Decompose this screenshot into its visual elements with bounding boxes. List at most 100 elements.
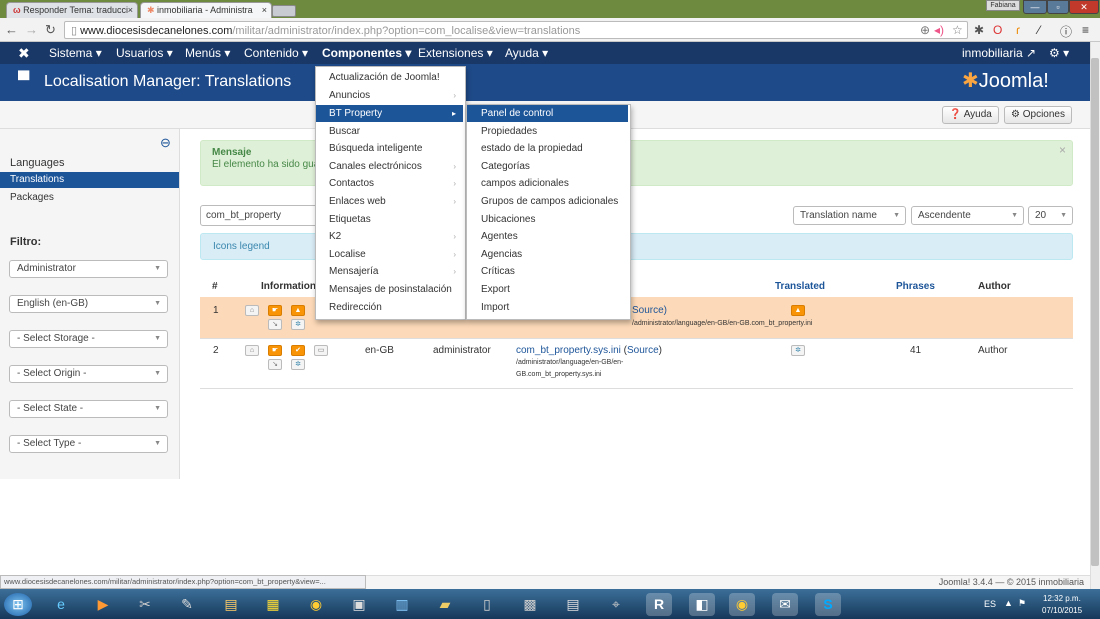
paint-icon[interactable]: ✂ — [132, 593, 158, 616]
column-header-phrases[interactable]: Phrases — [896, 281, 935, 292]
menu-item-enlaces[interactable]: Enlaces web › — [316, 193, 463, 210]
wrench-icon[interactable]: ↘ — [268, 319, 282, 330]
source-link[interactable]: Source — [627, 345, 659, 356]
calculator-icon[interactable]: ▣ — [346, 593, 372, 616]
help-button[interactable]: ❓ Ayuda — [942, 106, 999, 124]
ie-icon[interactable]: e — [48, 593, 74, 616]
chrome-icon[interactable]: ◉ — [729, 593, 755, 616]
extension-icon[interactable]: ✱ — [974, 23, 984, 37]
url-input[interactable]: ▯ www.diocesisdecanelones.com/militar/ad… — [64, 21, 968, 39]
scrollbar-thumb[interactable] — [1091, 58, 1099, 566]
menu-extensiones[interactable]: Extensiones ▾ — [418, 42, 493, 64]
clock-time[interactable]: 12:32 p.m. — [1043, 594, 1081, 603]
forward-icon[interactable]: → — [25, 22, 38, 37]
menu-item-k2[interactable]: K2 › — [316, 228, 463, 245]
new-tab-button[interactable] — [272, 5, 296, 17]
wrench-icon[interactable]: ↘ — [268, 359, 282, 370]
submenu-item-campos[interactable]: campos adicionales — [467, 175, 628, 192]
ruler-icon[interactable]: ▰ — [432, 593, 458, 616]
site-link[interactable]: inmobiliaria ↗ — [962, 42, 1036, 64]
flag-icon[interactable]: ⚑ — [1018, 598, 1026, 609]
r-app-icon[interactable]: R — [646, 593, 672, 616]
phone-icon[interactable]: ▯ — [474, 593, 500, 616]
folder-icon[interactable]: ▤ — [218, 593, 244, 616]
chrome-menu-icon[interactable]: ≡ — [1082, 23, 1089, 37]
menu-item-actualizacion[interactable]: Actualización de Joomla! — [316, 69, 463, 86]
back-icon[interactable]: ← — [5, 22, 18, 37]
submenu-item-export[interactable]: Export — [467, 281, 628, 298]
menu-menus[interactable]: Menús ▾ — [185, 42, 230, 64]
filter-origin-select[interactable]: - Select Origin - ▼ — [9, 365, 168, 383]
gear-icon[interactable]: ✲ — [291, 359, 305, 370]
opera-icon[interactable]: O — [993, 23, 1002, 37]
menu-usuarios[interactable]: Usuarios ▾ — [116, 42, 173, 64]
browser-tab[interactable]: ω Responder Tema: traducci × — [6, 2, 138, 18]
tray-arrow-icon[interactable]: ▲ — [1004, 598, 1013, 608]
options-button[interactable]: ⚙ Opciones — [1004, 106, 1072, 124]
language-indicator[interactable]: ES — [984, 599, 996, 609]
feed-icon[interactable]: ɾ — [1016, 23, 1020, 37]
menu-item-anuncios[interactable]: Anuncios › — [316, 87, 463, 104]
sidebar-item-languages[interactable]: Languages — [10, 157, 64, 169]
sort-field-select[interactable]: Translation name ▼ — [793, 206, 906, 225]
menu-item-buscar[interactable]: Buscar — [316, 123, 463, 140]
gear-icon[interactable]: ✲ — [291, 319, 305, 330]
menu-item-busqueda[interactable]: Búsqueda inteligente — [316, 140, 463, 157]
filter-language-select[interactable]: English (en-GB) ▼ — [9, 295, 168, 313]
menu-item-etiquetas[interactable]: Etiquetas — [316, 211, 463, 228]
sort-direction-select[interactable]: Ascendente ▼ — [911, 206, 1024, 225]
vpn-icon[interactable]: ◧ — [689, 593, 715, 616]
close-tab-icon[interactable]: × — [128, 5, 133, 15]
menu-item-localise[interactable]: Localise › — [316, 246, 463, 263]
menu-item-contactos[interactable]: Contactos › — [316, 175, 463, 192]
mail-icon[interactable]: ✉ — [772, 593, 798, 616]
menu-componentes[interactable]: Componentes ▾ — [322, 42, 411, 64]
network-icon[interactable]: ⌖ — [603, 593, 629, 616]
browser-tab-active[interactable]: ✱ inmobiliaria - Administra × — [140, 2, 272, 18]
submenu-item-grupos[interactable]: Grupos de campos adicionales — [467, 193, 628, 210]
start-icon[interactable]: ⊞ — [4, 593, 32, 616]
gear-icon[interactable]: ✲ — [791, 345, 805, 356]
filter-state-select[interactable]: - Select State - ▼ — [9, 400, 168, 418]
limit-select[interactable]: 20 ▼ — [1028, 206, 1073, 225]
close-tab-icon[interactable]: × — [262, 5, 267, 15]
submenu-item-estado[interactable]: estado de la propiedad — [467, 140, 628, 157]
notepad-icon[interactable]: ▤ — [560, 593, 586, 616]
submenu-item-ubicaciones[interactable]: Ubicaciones — [467, 211, 628, 228]
menu-sistema[interactable]: Sistema ▾ — [49, 42, 102, 64]
maximize-button[interactable]: ▫ — [1047, 0, 1069, 14]
submenu-item-propiedades[interactable]: Propiedades — [467, 123, 628, 140]
printer-icon[interactable]: ▩ — [517, 593, 543, 616]
zoom-icon[interactable]: ⊕ — [920, 23, 930, 37]
menu-item-canales[interactable]: Canales electrónicos › — [316, 158, 463, 175]
filter-storage-select[interactable]: - Select Storage - ▼ — [9, 330, 168, 348]
submenu-item-categorias[interactable]: Categorías — [467, 158, 628, 175]
close-window-button[interactable]: ✕ — [1069, 0, 1099, 14]
column-header-translated[interactable]: Translated — [775, 281, 825, 292]
apps-grid-icon[interactable]: ▦ — [260, 593, 286, 616]
submenu-item-panel[interactable]: Panel de control — [467, 105, 628, 122]
menu-contenido[interactable]: Contenido ▾ — [244, 42, 308, 64]
speaker-icon[interactable]: ◂) — [934, 23, 944, 37]
clock-date[interactable]: 07/10/2015 — [1042, 606, 1082, 615]
filter-type-select[interactable]: - Select Type - ▼ — [9, 435, 168, 453]
source-link[interactable]: Source) — [632, 305, 667, 316]
pen-tool-icon[interactable]: ✎ — [174, 593, 200, 616]
pen-icon[interactable]: ⁄ — [1038, 23, 1040, 37]
menu-item-posinstalacion[interactable]: Mensajes de posinstalación — [316, 281, 463, 298]
submenu-item-criticas[interactable]: Críticas — [467, 263, 628, 280]
reload-icon[interactable]: ↻ — [45, 22, 56, 38]
menu-ayuda[interactable]: Ayuda ▾ — [505, 42, 548, 64]
menu-item-mensajeria[interactable]: Mensajería › — [316, 263, 463, 280]
submenu-item-agencias[interactable]: Agencias — [467, 246, 628, 263]
sidebar-item-translations[interactable]: Translations — [0, 172, 179, 188]
joomla-icon[interactable]: ✖ — [18, 42, 30, 64]
info-icon[interactable]: ⓘ — [1060, 23, 1072, 40]
submenu-item-import[interactable]: Import — [467, 299, 628, 316]
sidebar-item-packages[interactable]: Packages — [10, 192, 54, 203]
chrome-icon[interactable]: ◉ — [303, 593, 329, 616]
media-player-icon[interactable]: ▶ — [90, 593, 116, 616]
minimize-button[interactable]: — — [1023, 0, 1047, 14]
sidebar-toggle-icon[interactable]: ⊖ — [160, 135, 171, 151]
menu-item-bt-property[interactable]: BT Property ▸ — [316, 105, 463, 122]
